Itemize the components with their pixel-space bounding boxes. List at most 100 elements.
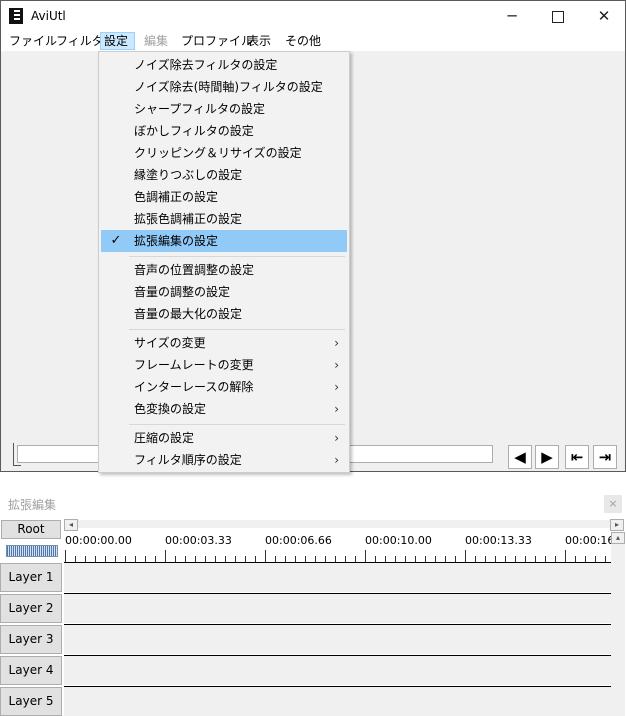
minimize-button[interactable]: ─ [489, 1, 535, 31]
menu-item-label: サイズの変更 [134, 336, 206, 350]
menu-item-color-conversion[interactable]: 色変換の設定 › [101, 398, 347, 420]
menu-item-sharpen-filter[interactable]: シャープフィルタの設定 [101, 98, 347, 120]
menu-item-deinterlace[interactable]: インターレースの解除 › [101, 376, 347, 398]
menu-item-label: フレームレートの変更 [134, 358, 254, 372]
menu-item-label: フィルタ順序の設定 [134, 453, 242, 467]
root-button[interactable]: Root [1, 520, 61, 539]
maximize-icon [552, 10, 564, 23]
menu-file[interactable]: ファイル [6, 32, 60, 50]
ruler-tick [365, 550, 366, 562]
menu-item-label: 圧縮の設定 [134, 431, 195, 445]
main-window: AviUtl ─ ✕ ファイル フィルタ 設定 編集 プロファイル 表示 その他… [0, 0, 626, 473]
next-frame-button[interactable]: ▶ [535, 445, 559, 469]
close-button[interactable]: ✕ [581, 1, 626, 31]
menu-item-label: ノイズ除去(時間軸)フィルタの設定 [134, 80, 323, 94]
menu-separator [129, 256, 345, 257]
layer-lane[interactable] [64, 686, 611, 716]
extended-edit-window: 拡張編集 × Root ◂ ▸ 00:00:00.00 00:00:03.33 … [0, 492, 626, 716]
menu-item-volume-maximize[interactable]: 音量の最大化の設定 [101, 303, 347, 325]
seek-slider-thumb[interactable] [13, 443, 21, 466]
layer-label[interactable]: Layer 2 [0, 594, 62, 623]
film-strip-icon [9, 8, 23, 24]
menu-item-label: 音量の最大化の設定 [134, 307, 243, 321]
horizontal-scrollbar[interactable] [64, 520, 612, 528]
layer-lane[interactable] [64, 624, 611, 654]
submenu-arrow-icon: › [334, 380, 339, 394]
menu-edit[interactable]: 編集 [141, 32, 171, 50]
timeline-title: 拡張編集 [8, 498, 57, 512]
layer-label[interactable]: Layer 4 [0, 656, 62, 685]
menu-item-color-correction[interactable]: 色調補正の設定 [101, 186, 347, 208]
submenu-arrow-icon: › [334, 358, 339, 372]
menu-item-label: 音量の調整の設定 [134, 285, 231, 299]
time-mark: 00:00:16 [565, 534, 615, 547]
scroll-left-icon[interactable]: ◂ [64, 519, 78, 531]
scroll-right-icon[interactable]: ▸ [610, 519, 624, 531]
menu-item-blur-filter[interactable]: ぼかしフィルタの設定 [101, 120, 347, 142]
submenu-arrow-icon: › [334, 453, 339, 467]
ruler-tick [465, 550, 466, 562]
go-end-icon: ⇥ [598, 448, 612, 466]
menu-filter[interactable]: フィルタ [53, 32, 107, 50]
menu-item-extended-edit[interactable]: ✓ 拡張編集の設定 [101, 230, 347, 252]
menu-item-label: 色調補正の設定 [134, 190, 219, 204]
layer-lane[interactable] [64, 593, 611, 623]
maximize-button[interactable] [535, 1, 581, 31]
title-bar[interactable]: AviUtl ─ ✕ [1, 1, 625, 31]
go-start-button[interactable]: ⇤ [565, 445, 589, 469]
menu-item-resize[interactable]: サイズの変更 › [101, 332, 347, 354]
menu-view[interactable]: 表示 [244, 32, 274, 50]
ruler-tick [165, 550, 166, 562]
menu-item-label: 拡張編集の設定 [134, 234, 219, 248]
layer-lane[interactable] [64, 562, 611, 592]
menu-item-audio-position[interactable]: 音声の位置調整の設定 [101, 259, 347, 281]
prev-frame-button[interactable]: ◀ [508, 445, 532, 469]
submenu-arrow-icon: › [334, 402, 339, 416]
menu-item-extended-color-correction[interactable]: 拡張色調補正の設定 [101, 208, 347, 230]
go-start-icon: ⇤ [570, 448, 584, 466]
menu-item-clipping-resize[interactable]: クリッピング＆リサイズの設定 [101, 142, 347, 164]
menu-item-temporal-noise-filter[interactable]: ノイズ除去(時間軸)フィルタの設定 [101, 76, 347, 98]
prev-frame-icon: ◀ [514, 448, 526, 466]
menu-separator [129, 424, 345, 425]
layer-label[interactable]: Layer 5 [0, 687, 62, 716]
time-mark: 00:00:10.00 [365, 534, 432, 547]
ruler-tick [565, 550, 566, 562]
ruler-tick [65, 550, 66, 562]
menu-item-label: ノイズ除去フィルタの設定 [134, 58, 278, 72]
check-icon: ✓ [110, 233, 122, 248]
menu-item-compression[interactable]: 圧縮の設定 › [101, 427, 347, 449]
time-mark: 00:00:06.66 [265, 534, 332, 547]
menu-item-label: 拡張色調補正の設定 [134, 212, 243, 226]
menu-item-label: ぼかしフィルタの設定 [134, 124, 254, 138]
menu-item-filter-order[interactable]: フィルタ順序の設定 › [101, 449, 347, 471]
go-end-button[interactable]: ⇥ [593, 445, 617, 469]
menu-bar: ファイル フィルタ 設定 編集 プロファイル 表示 その他 [1, 31, 625, 51]
time-mark: 00:00:00.00 [65, 534, 132, 547]
menu-item-framerate[interactable]: フレームレートの変更 › [101, 354, 347, 376]
layer-lane[interactable] [64, 655, 611, 685]
zoom-scale-bar[interactable] [6, 545, 58, 557]
menu-item-label: クリッピング＆リサイズの設定 [134, 146, 302, 160]
menu-item-label: 音声の位置調整の設定 [134, 263, 255, 277]
vertical-scrollbar[interactable]: ▴ [611, 532, 625, 716]
time-mark: 00:00:13.33 [465, 534, 532, 547]
layer-label[interactable]: Layer 1 [0, 563, 62, 592]
menu-item-label: シャープフィルタの設定 [134, 102, 266, 116]
submenu-arrow-icon: › [334, 431, 339, 445]
menu-settings[interactable]: 設定 [100, 32, 135, 50]
scroll-up-icon[interactable]: ▴ [611, 532, 625, 544]
layer-label[interactable]: Layer 3 [0, 625, 62, 654]
menu-item-label: インターレースの解除 [134, 380, 254, 394]
menu-other[interactable]: その他 [282, 32, 324, 50]
settings-menu-dropdown: ノイズ除去フィルタの設定 ノイズ除去(時間軸)フィルタの設定 シャープフィルタの… [98, 51, 350, 473]
menu-item-noise-filter[interactable]: ノイズ除去フィルタの設定 [101, 54, 347, 76]
menu-item-volume-adjust[interactable]: 音量の調整の設定 [101, 281, 347, 303]
timeline-close-button[interactable]: × [604, 495, 622, 513]
time-mark: 00:00:03.33 [165, 534, 232, 547]
window-title: AviUtl [31, 9, 66, 23]
ruler-tick [265, 550, 266, 562]
menu-item-border-fill[interactable]: 縁塗りつぶしの設定 [101, 164, 347, 186]
time-ruler[interactable]: 00:00:00.00 00:00:03.33 00:00:06.66 00:0… [64, 532, 615, 562]
menu-separator [129, 329, 345, 330]
